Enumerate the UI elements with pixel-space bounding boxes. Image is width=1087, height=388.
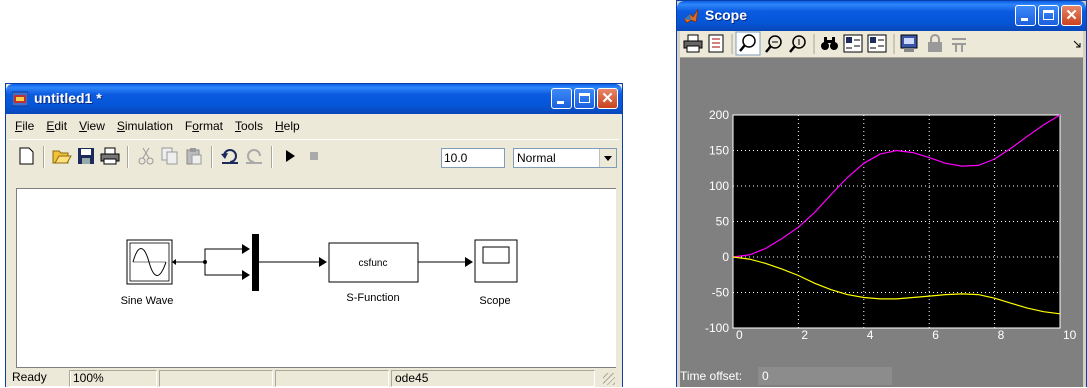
x-tick-label: 8 bbox=[998, 328, 1005, 342]
zoom-y-icon[interactable] bbox=[789, 35, 806, 53]
time-offset-value: 0 bbox=[758, 367, 892, 385]
save-icon[interactable] bbox=[75, 145, 97, 167]
minimize-button[interactable] bbox=[551, 88, 572, 109]
mux-block[interactable] bbox=[252, 234, 259, 291]
status-field bbox=[275, 370, 389, 387]
autoscale-icon[interactable] bbox=[821, 37, 838, 50]
menu-simulation[interactable]: Simulation bbox=[111, 115, 179, 137]
signal-select-icon[interactable] bbox=[952, 38, 966, 52]
signal-line[interactable] bbox=[418, 257, 473, 267]
toolbar-separator bbox=[127, 146, 129, 168]
menu-edit[interactable]: Edit bbox=[40, 115, 73, 137]
minimize-button[interactable] bbox=[1015, 5, 1036, 26]
window-title: untitled1 * bbox=[34, 90, 102, 106]
s-function-name: csfunc bbox=[359, 258, 388, 269]
scope-toolbar bbox=[680, 31, 1083, 58]
scope-title: Scope bbox=[705, 7, 748, 23]
close-button[interactable]: ✕ bbox=[1061, 5, 1082, 26]
x-tick-label: 10 bbox=[1063, 328, 1077, 342]
lock-icon[interactable] bbox=[928, 34, 942, 52]
menu-help[interactable]: Help bbox=[269, 115, 306, 137]
maximize-icon bbox=[1043, 10, 1054, 20]
stop-icon[interactable] bbox=[303, 145, 325, 167]
simulink-app-icon bbox=[11, 91, 29, 107]
float-icon[interactable] bbox=[900, 34, 918, 52]
status-field bbox=[159, 370, 273, 387]
paste-icon[interactable] bbox=[183, 145, 205, 167]
close-icon: ✕ bbox=[1065, 7, 1078, 24]
sine-wave-label: Sine Wave bbox=[121, 295, 174, 307]
scope-block[interactable] bbox=[474, 239, 518, 283]
y-tick-label: 200 bbox=[709, 108, 729, 122]
zoom-x-icon[interactable] bbox=[765, 35, 782, 53]
maximize-button[interactable] bbox=[574, 88, 595, 109]
zoom-icon[interactable] bbox=[735, 31, 761, 56]
y-tick-label: -100 bbox=[705, 321, 729, 335]
resize-grip[interactable] bbox=[603, 373, 615, 385]
y-tick-label: 150 bbox=[709, 144, 729, 158]
simulink-titlebar[interactable]: untitled1 * ✕ bbox=[6, 84, 622, 114]
status-solver: ode45 bbox=[391, 370, 595, 387]
simulink-toolbar: 10.0 Normal bbox=[9, 139, 619, 174]
menu-bar: File Edit View Simulation Format Tools H… bbox=[9, 115, 306, 137]
status-ready: Ready bbox=[9, 370, 71, 387]
play-icon[interactable] bbox=[279, 145, 301, 167]
scope-plot-area: 0 2 4 6 8 10 -100 -50 0 50 100 150 200 bbox=[680, 58, 1083, 367]
minimize-icon bbox=[557, 101, 564, 104]
maximize-icon bbox=[579, 93, 590, 103]
toolbar-separator bbox=[43, 146, 45, 168]
scope-chart[interactable]: 0 2 4 6 8 10 -100 -50 0 50 100 150 200 bbox=[680, 58, 1085, 348]
time-offset-label: Time offset: bbox=[680, 369, 743, 383]
x-tick-label: 6 bbox=[932, 328, 939, 342]
toolbar-overflow-icon[interactable] bbox=[1073, 40, 1081, 48]
menu-tools[interactable]: Tools bbox=[229, 115, 269, 137]
toolbar-separator bbox=[211, 146, 213, 168]
matlab-icon bbox=[683, 8, 699, 24]
simulation-mode-value: Normal bbox=[517, 151, 556, 165]
simulation-mode-select[interactable]: Normal bbox=[513, 148, 617, 168]
scope-window: Scope ✕ 0 2 4 6 8 10 -100 -50 0 50 100 1… bbox=[676, 0, 1087, 387]
s-function-label: S-Function bbox=[346, 292, 399, 304]
y-tick-label: 100 bbox=[709, 179, 729, 193]
print-icon[interactable] bbox=[683, 34, 703, 53]
scope-titlebar[interactable]: Scope ✕ bbox=[677, 1, 1086, 31]
simulink-window: untitled1 * ✕ File Edit View Simulation … bbox=[5, 83, 623, 387]
scope-block-label: Scope bbox=[479, 295, 510, 307]
status-zoom: 100% bbox=[69, 370, 157, 387]
save-axes-icon[interactable] bbox=[843, 34, 863, 53]
y-tick-label: 0 bbox=[722, 250, 729, 264]
new-icon[interactable] bbox=[15, 145, 37, 167]
stop-time-input[interactable]: 10.0 bbox=[441, 148, 505, 168]
close-icon: ✕ bbox=[601, 90, 614, 107]
print-icon[interactable] bbox=[99, 145, 121, 167]
undo-icon[interactable] bbox=[219, 145, 241, 167]
signal-line[interactable] bbox=[176, 244, 250, 280]
maximize-button[interactable] bbox=[1038, 5, 1059, 26]
toolbar-separator bbox=[271, 146, 273, 168]
close-button[interactable]: ✕ bbox=[597, 88, 618, 109]
cut-icon[interactable] bbox=[135, 145, 157, 167]
model-canvas[interactable]: Sine Wave csfunc S-Function Scope bbox=[16, 188, 616, 368]
redo-icon[interactable] bbox=[243, 145, 265, 167]
plot-background bbox=[733, 115, 1060, 328]
menu-format[interactable]: Format bbox=[179, 115, 229, 137]
restore-axes-icon[interactable] bbox=[867, 34, 887, 53]
params-icon[interactable] bbox=[708, 34, 724, 53]
x-tick-label: 2 bbox=[801, 328, 808, 342]
y-tick-label: 50 bbox=[716, 215, 730, 229]
x-tick-label: 0 bbox=[736, 328, 743, 342]
signal-line[interactable] bbox=[259, 257, 327, 267]
y-tick-label: -50 bbox=[712, 286, 730, 300]
menu-file[interactable]: File bbox=[9, 115, 40, 137]
menu-view[interactable]: View bbox=[73, 115, 111, 137]
minimize-icon bbox=[1021, 18, 1028, 21]
chevron-down-icon[interactable] bbox=[599, 149, 616, 167]
time-offset-bar: Time offset: 0 bbox=[680, 367, 1083, 387]
status-bar: Ready 100% ode45 bbox=[9, 368, 619, 388]
open-icon[interactable] bbox=[51, 145, 73, 167]
x-tick-label: 4 bbox=[867, 328, 874, 342]
copy-icon[interactable] bbox=[159, 145, 181, 167]
sine-wave-block[interactable] bbox=[126, 239, 176, 285]
